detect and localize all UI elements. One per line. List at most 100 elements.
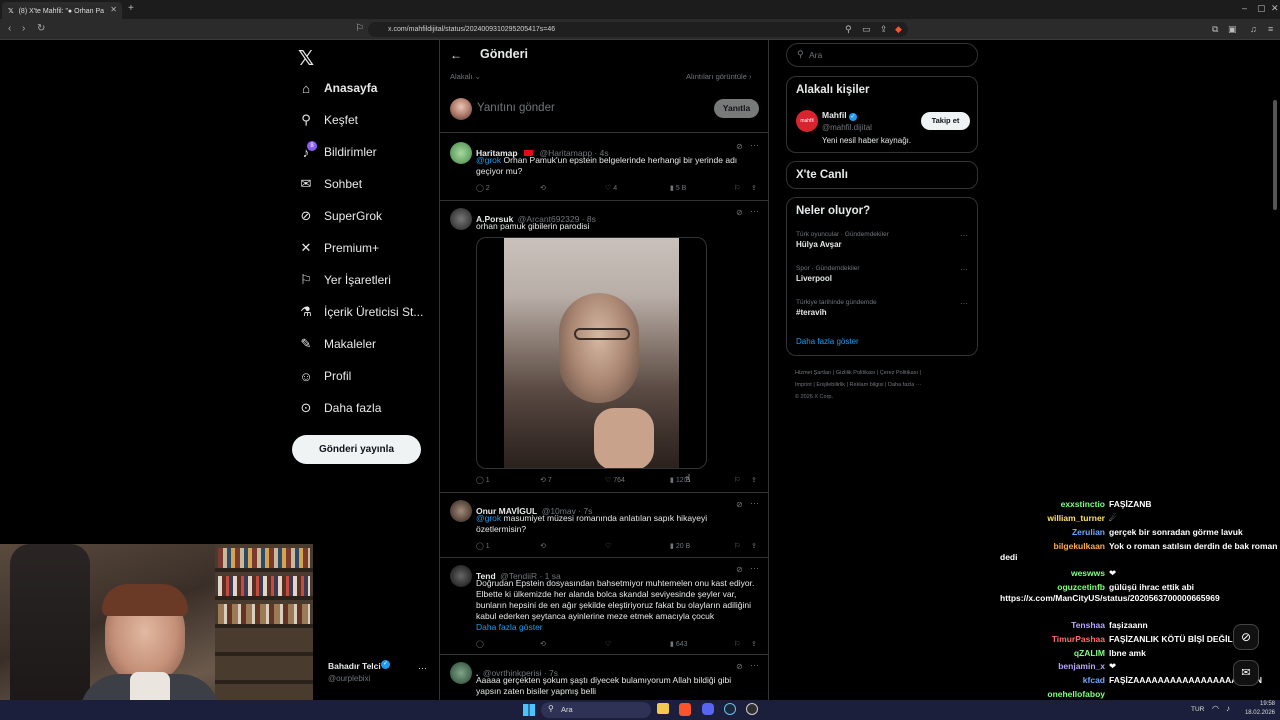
grok-icon[interactable]: ⊘ xyxy=(736,500,743,509)
reload-icon[interactable]: ↻ xyxy=(37,23,45,34)
footer-link[interactable]: Daha fazla ··· xyxy=(888,382,921,388)
bookmark-action-icon[interactable]: ⚐ xyxy=(734,476,740,484)
view-quotes-link[interactable]: Alıntıları görüntüle › xyxy=(686,72,751,81)
search-input[interactable]: ⚲ Ara xyxy=(786,43,978,67)
sidebar-item-bookmarks[interactable]: ⚐ Yer İşaretleri xyxy=(298,269,391,291)
bookmark-action-icon[interactable]: ⚐ xyxy=(734,640,740,648)
sidebar-item-home[interactable]: ⌂ Anasayfa xyxy=(298,77,377,99)
sidebar-item-articles[interactable]: ✎ Makaleler xyxy=(298,333,376,355)
like-action[interactable]: ♡ xyxy=(605,640,611,648)
like-action[interactable]: ♡ 4 xyxy=(605,184,617,192)
more-icon[interactable]: ··· xyxy=(750,660,759,670)
share-action-icon[interactable]: ⇪ xyxy=(751,184,757,192)
reply-action[interactable]: ◯ 1 xyxy=(476,476,490,484)
views-action[interactable]: ▮ 12 B xyxy=(670,476,690,484)
close-window-icon[interactable]: ✕ xyxy=(1271,3,1279,14)
sidebar-item-supergrok[interactable]: ⊘ SuperGrok xyxy=(298,205,382,227)
reply-input[interactable]: Yanıtını gönder xyxy=(477,102,555,114)
account-menu-icon[interactable]: ··· xyxy=(418,663,427,673)
views-action[interactable]: ▮ 20 B xyxy=(670,542,690,550)
bookmark-page-icon[interactable]: ⚐ xyxy=(355,23,364,34)
chat-username[interactable]: Tenshaa xyxy=(1000,620,1105,631)
footer-link[interactable]: Gizlilik Politikası xyxy=(836,370,875,376)
obs-icon[interactable] xyxy=(746,703,758,715)
forward-icon[interactable]: › xyxy=(22,23,25,34)
grok-icon[interactable]: ⊘ xyxy=(736,662,743,671)
more-icon[interactable]: ··· xyxy=(960,265,968,274)
grok-float-button[interactable]: ⊘ xyxy=(1233,624,1259,650)
chat-username[interactable]: oguzcetinfb xyxy=(1000,582,1105,593)
bookmark-action-icon[interactable]: ⚐ xyxy=(734,184,740,192)
volume-icon[interactable]: ♪ xyxy=(1226,704,1230,713)
close-tab-icon[interactable]: ✕ xyxy=(110,5,117,14)
chat-username[interactable]: kfcad xyxy=(1000,675,1105,686)
post-button[interactable]: Gönderi yayınla xyxy=(292,435,421,464)
views-action[interactable]: ▮ 5 B xyxy=(670,184,686,192)
steam-icon[interactable] xyxy=(724,703,736,715)
account-switcher[interactable]: Bahadır Telci ✓ @ourplebixi ··· xyxy=(313,657,433,687)
menu-icon[interactable]: ≡ xyxy=(1268,24,1273,34)
back-icon[interactable]: ‹ xyxy=(8,23,11,34)
clock-date[interactable]: 18.02.2026 xyxy=(1235,710,1275,716)
new-tab-button[interactable]: + xyxy=(128,3,134,14)
video-player[interactable] xyxy=(476,237,707,469)
chat-username[interactable]: exxstinctio xyxy=(1000,499,1105,510)
follow-button[interactable]: Takip et xyxy=(921,112,970,130)
tweet[interactable]: Tend @TendiiR · 1 sa ⊘ ··· Doğrudan Epst… xyxy=(440,557,768,655)
like-action[interactable]: ♡ xyxy=(605,542,611,550)
sidebar-item-more[interactable]: ⊙ Daha fazla xyxy=(298,397,382,419)
trend-item[interactable]: Spor · Gündemdekiler Liverpool ··· xyxy=(796,265,970,291)
related-avatar[interactable]: mahfil xyxy=(796,110,818,132)
retweet-action[interactable]: ⟲ xyxy=(540,184,546,192)
mention-link[interactable]: @grok xyxy=(476,155,501,165)
like-action[interactable]: ♡ 764 xyxy=(605,476,625,484)
more-icon[interactable]: ··· xyxy=(960,299,968,308)
language-indicator[interactable]: TUR xyxy=(1191,706,1204,713)
sidebar-item-notifications[interactable]: ♪ 8 Bildirimler xyxy=(298,140,377,163)
x-logo-icon[interactable]: 𝕏 xyxy=(298,46,314,71)
sidebar-item-profile[interactable]: ☺ Profil xyxy=(298,365,351,387)
trend-item[interactable]: Türk oyuncular · Gündemdekiler Hülya Avş… xyxy=(796,231,970,257)
brave-browser-icon[interactable] xyxy=(679,703,691,716)
show-more-link[interactable]: Daha fazla göster xyxy=(796,337,859,346)
reply-action[interactable]: ◯ 1 xyxy=(476,542,490,550)
chat-username[interactable]: weswws xyxy=(1000,568,1105,579)
views-action[interactable]: ▮ 643 xyxy=(670,640,688,648)
sidebar-item-creator-studio[interactable]: ⚗ İçerik Üreticisi St... xyxy=(298,301,423,323)
grok-icon[interactable]: ⊘ xyxy=(736,142,743,151)
chat-username[interactable]: william_turner xyxy=(1000,513,1105,524)
file-explorer-icon[interactable] xyxy=(657,703,669,714)
chat-username[interactable]: bilgekulkaan xyxy=(1000,541,1106,552)
page-scrollbar[interactable] xyxy=(1273,100,1277,210)
tweet[interactable]: Haritamap @Haritamapp · 4s ⊘ ··· @grok O… xyxy=(440,132,768,200)
zoom-icon[interactable]: ⚲ xyxy=(845,24,852,35)
clock-time[interactable]: 19:58 xyxy=(1245,701,1275,707)
tweet[interactable]: A.Porsuk @Arcant692329 · 8s ⊘ ··· orhan … xyxy=(440,200,768,493)
more-icon[interactable]: ··· xyxy=(960,231,968,240)
reply-action[interactable]: ◯ 2 xyxy=(476,184,490,192)
grok-icon[interactable]: ⊘ xyxy=(736,565,743,574)
taskbar-search[interactable]: ⚲ Ara xyxy=(541,702,651,718)
more-icon[interactable]: ··· xyxy=(750,563,759,573)
chat-username[interactable]: Zerulian xyxy=(1000,527,1105,538)
maximize-icon[interactable]: ▢ xyxy=(1257,3,1266,14)
sort-dropdown[interactable]: Alakalı ⌄ xyxy=(450,72,481,81)
more-icon[interactable]: ··· xyxy=(750,140,759,150)
chat-username[interactable]: TimurPashaa xyxy=(1000,634,1105,645)
sidebar-item-premium[interactable]: ✕ Premium+ xyxy=(298,237,379,259)
grok-icon[interactable]: ⊘ xyxy=(736,208,743,217)
more-icon[interactable]: ··· xyxy=(750,206,759,216)
reply-button[interactable]: Yanıtla xyxy=(714,99,759,118)
music-icon[interactable]: ♫ xyxy=(1250,24,1257,34)
minimize-icon[interactable]: – xyxy=(1242,3,1247,13)
share-action-icon[interactable]: ⇪ xyxy=(751,640,757,648)
tweet[interactable]: Onur MAVİGUL @10mav · 7s ⊘ ··· @grok mas… xyxy=(440,492,768,558)
brave-shield-icon[interactable]: ◆ xyxy=(895,24,902,35)
footer-link[interactable]: Hizmet Şartları xyxy=(795,370,831,376)
trend-item[interactable]: Türkiye tarihinde gündemde #teravih ··· xyxy=(796,299,970,325)
related-name[interactable]: Mahfil ✓ xyxy=(822,110,857,121)
extensions-icon[interactable]: ⧉ xyxy=(1212,24,1218,35)
messages-float-button[interactable]: ✉ xyxy=(1233,660,1259,686)
retweet-action[interactable]: ⟲ xyxy=(540,542,546,550)
tweet[interactable]: . @ovrthinkperisi · 7s ⊘ ··· Aaaaa gerçe… xyxy=(440,654,768,700)
